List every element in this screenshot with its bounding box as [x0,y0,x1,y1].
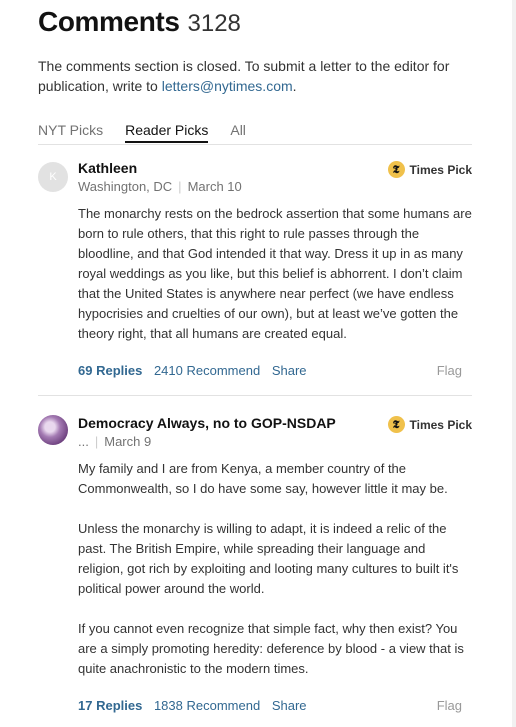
comment-paragraph: The monarchy rests on the bedrock assert… [78,206,472,341]
closed-notice-end: . [292,78,297,94]
comment-item: 𝕿 Times Pick Democracy Always, no to GOP… [38,396,472,724]
comment-meta: ... | March 9 [78,433,472,451]
comment-paragraph: Unless the monarchy is willing to adapt,… [78,521,459,596]
times-pick-badge: 𝕿 Times Pick [387,161,472,178]
recommend-button[interactable]: 2410 Recommend [154,363,260,378]
scrollbar[interactable] [512,0,516,727]
comments-count: 3128 [187,10,241,37]
times-pick-badge: 𝕿 Times Pick [387,416,472,433]
commenter-location: Washington, DC [78,179,173,194]
comment-actions: 17 Replies 1838 Recommend Share Flag [78,698,472,716]
meta-divider: | [94,434,99,449]
flag-button[interactable]: Flag [437,363,462,378]
avatar: K [38,162,68,192]
comments-header: Comments 3128 [38,0,472,38]
comment-item: K 𝕿 Times Pick Kathleen Washington, DC | M… [38,145,472,396]
tab-all[interactable]: All [230,116,246,144]
flag-button[interactable]: Flag [437,698,462,713]
comment-paragraph: My family and I are from Kenya, a member… [78,461,448,496]
letters-email-link[interactable]: letters@nytimes.com [162,78,293,94]
tab-reader-picks[interactable]: Reader Picks [125,116,209,143]
avatar [38,415,68,445]
times-pick-label: Times Pick [409,162,472,177]
share-button[interactable]: Share [272,363,307,378]
comment-tabs: NYT Picks Reader Picks All [38,116,472,145]
replies-button[interactable]: 69 Replies [78,363,142,378]
nyt-logo-icon: 𝕿 [387,416,405,433]
nyt-logo-icon: 𝕿 [387,161,405,178]
share-button[interactable]: Share [272,698,307,713]
comments-panel: Comments 3128 The comments section is cl… [38,0,472,724]
times-pick-label: Times Pick [409,417,472,432]
comment-paragraph: If you cannot even recognize that simple… [78,621,464,676]
comment-date: March 10 [187,179,242,194]
comment-actions: 69 Replies 2410 Recommend Share Flag [78,363,472,381]
recommend-button[interactable]: 1838 Recommend [154,698,260,713]
comment-meta: Washington, DC | March 10 [78,178,472,196]
closed-notice: The comments section is closed. To submi… [38,56,472,96]
meta-divider: | [178,179,182,194]
replies-button[interactable]: 17 Replies [78,698,142,713]
comment-text: The monarchy rests on the bedrock assert… [78,204,472,344]
commenter-location: ... [78,434,89,449]
tab-nyt-picks[interactable]: NYT Picks [38,116,103,144]
comment-date: March 9 [104,434,152,449]
comment-text: My family and I are from Kenya, a member… [78,459,472,679]
comments-title: Comments [38,6,180,37]
